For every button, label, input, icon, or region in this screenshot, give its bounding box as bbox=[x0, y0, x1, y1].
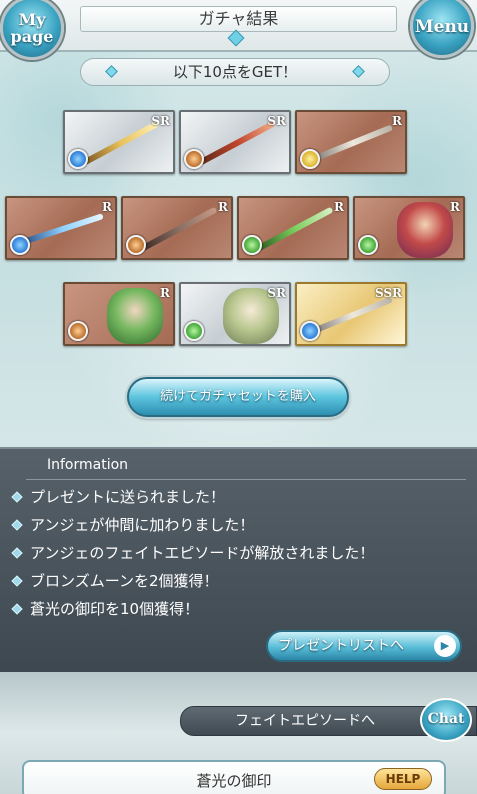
rarity-badge: R bbox=[102, 200, 112, 214]
wind-element-icon bbox=[242, 235, 262, 255]
info-item: ブロンズムーンを2個獲得！ bbox=[11, 570, 219, 592]
info-item: アンジェが仲間に加わりました！ bbox=[11, 514, 255, 536]
spear-icon bbox=[312, 124, 394, 162]
chat-button[interactable]: Chat bbox=[420, 698, 472, 742]
info-item-text: アンジェが仲間に加わりました！ bbox=[30, 516, 255, 534]
gem-ornament-icon bbox=[227, 29, 245, 47]
gem-left-icon bbox=[105, 65, 118, 78]
result-item-7[interactable]: R bbox=[353, 196, 465, 260]
earth-element-icon bbox=[68, 321, 88, 341]
mace-icon bbox=[140, 206, 218, 252]
result-item-9[interactable]: SR bbox=[179, 282, 291, 346]
diamond-bullet-icon bbox=[11, 575, 23, 587]
rarity-badge: SR bbox=[267, 286, 286, 300]
result-banner: 以下10点をGET！ bbox=[80, 58, 390, 86]
rarity-badge: R bbox=[450, 200, 460, 214]
item-card: 蒼光の御印 HELP bbox=[22, 760, 446, 794]
rarity-badge: R bbox=[218, 200, 228, 214]
character-portrait bbox=[107, 288, 163, 344]
result-item-2[interactable]: SR bbox=[179, 110, 291, 174]
staff-icon bbox=[256, 206, 334, 252]
result-item-10[interactable]: SSR bbox=[295, 282, 407, 346]
info-item-text: ブロンズムーンを2個獲得！ bbox=[30, 572, 219, 590]
result-item-5[interactable]: R bbox=[121, 196, 233, 260]
info-item-text: アンジェのフェイトエピソードが解放されました！ bbox=[30, 544, 375, 562]
present-list-button[interactable]: プレゼントリストへ ▶ bbox=[266, 630, 462, 662]
summon-portrait bbox=[397, 202, 453, 258]
rarity-badge: SR bbox=[151, 114, 170, 128]
result-item-4[interactable]: R bbox=[5, 196, 117, 260]
present-list-label: プレゼントリストへ bbox=[278, 638, 404, 654]
diamond-bullet-icon bbox=[11, 547, 23, 559]
rarity-badge: R bbox=[392, 114, 402, 128]
result-item-3[interactable]: R bbox=[295, 110, 407, 174]
result-item-8[interactable]: R bbox=[63, 282, 175, 346]
help-button[interactable]: HELP bbox=[374, 768, 432, 790]
lance-icon bbox=[82, 120, 160, 166]
water-element-icon bbox=[10, 235, 30, 255]
menu-label: Menu bbox=[414, 17, 470, 37]
mypage-label: My page bbox=[10, 10, 54, 46]
info-item-text: 蒼光の御印を10個獲得！ bbox=[30, 600, 200, 618]
info-item-text: プレゼントに送られました！ bbox=[30, 488, 226, 506]
rapier-icon bbox=[312, 296, 394, 334]
rarity-badge: R bbox=[334, 200, 344, 214]
divider bbox=[26, 479, 466, 480]
chat-label: Chat bbox=[427, 711, 465, 727]
result-item-1[interactable]: SR bbox=[63, 110, 175, 174]
earth-element-icon bbox=[184, 149, 204, 169]
rarity-badge: SR bbox=[267, 114, 286, 128]
water-element-icon bbox=[300, 321, 320, 341]
wind-element-icon bbox=[358, 235, 378, 255]
result-item-6[interactable]: R bbox=[237, 196, 349, 260]
wind-element-icon bbox=[184, 321, 204, 341]
page-title: ガチャ結果 bbox=[80, 6, 397, 32]
diamond-bullet-icon bbox=[11, 603, 23, 615]
sword-icon bbox=[22, 213, 104, 245]
play-arrow-icon: ▶ bbox=[434, 635, 456, 657]
light-element-icon bbox=[300, 149, 320, 169]
rarity-badge: SSR bbox=[374, 286, 402, 300]
diamond-bullet-icon bbox=[11, 491, 23, 503]
result-banner-text: 以下10点をGET！ bbox=[172, 63, 298, 81]
info-item: プレゼントに送られました！ bbox=[11, 486, 226, 508]
gem-right-icon bbox=[352, 65, 365, 78]
information-title: Information bbox=[47, 457, 129, 473]
info-item: 蒼光の御印を10個獲得！ bbox=[11, 598, 200, 620]
diamond-bullet-icon bbox=[11, 519, 23, 531]
header-bar: ガチャ結果 bbox=[0, 0, 477, 52]
rarity-badge: R bbox=[160, 286, 170, 300]
info-item: アンジェのフェイトエピソードが解放されました！ bbox=[11, 542, 375, 564]
fate-episode-label: フェイトエピソードへ bbox=[235, 713, 375, 729]
water-element-icon bbox=[68, 149, 88, 169]
earth-element-icon bbox=[126, 235, 146, 255]
buy-gacha-set-button[interactable]: 続けてガチャセットを購入 bbox=[127, 377, 349, 417]
axe-icon bbox=[198, 120, 276, 166]
